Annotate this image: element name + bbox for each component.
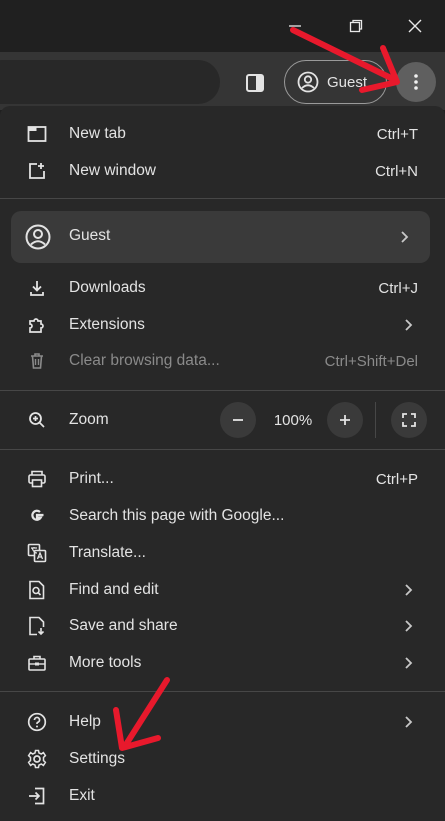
- menu-item-find-and-edit[interactable]: Find and edit: [0, 572, 445, 608]
- extensions-puzzle-icon: [26, 314, 48, 336]
- toolbox-icon: [26, 652, 48, 674]
- menu-item-save-and-share[interactable]: Save and share: [0, 608, 445, 644]
- menu-item-guest-profile[interactable]: Guest: [11, 211, 430, 263]
- save-share-icon: [26, 615, 48, 637]
- menu-item-label: Print...: [69, 470, 114, 487]
- close-button[interactable]: [395, 8, 435, 44]
- guest-avatar-icon: [297, 71, 319, 93]
- menu-item-shortcut: Ctrl+T: [376, 125, 418, 143]
- restore-icon: [349, 19, 363, 33]
- translate-icon: [26, 542, 48, 564]
- minimize-icon: [289, 25, 301, 27]
- chevron-right-icon: [401, 583, 415, 597]
- menu-item-exit[interactable]: Exit: [0, 778, 445, 814]
- menu-item-search-with-google[interactable]: Search this page with Google...: [0, 498, 445, 534]
- side-panel-icon: [246, 74, 264, 92]
- menu-divider: [0, 691, 445, 692]
- menu-item-label: Extensions: [69, 316, 145, 333]
- menu-item-label: Downloads: [69, 279, 146, 296]
- menu-item-label: More tools: [69, 654, 142, 671]
- browser-toolbar: Guest: [0, 52, 445, 110]
- download-icon: [26, 277, 48, 299]
- exit-icon: [26, 785, 48, 807]
- fullscreen-icon: [402, 413, 416, 427]
- menu-item-label: Find and edit: [69, 581, 159, 598]
- printer-icon: [26, 468, 48, 490]
- chevron-right-icon: [401, 656, 415, 670]
- zoom-level: 100%: [273, 412, 313, 429]
- menu-item-label: New tab: [69, 125, 126, 142]
- menu-item-label: Guest: [69, 227, 111, 244]
- menu-item-label: Zoom: [69, 411, 109, 428]
- plus-icon: [340, 415, 350, 425]
- side-panel-button[interactable]: [238, 66, 272, 100]
- menu-item-clear-browsing-data[interactable]: Clear browsing data... Ctrl+Shift+Del: [0, 343, 445, 379]
- menu-item-translate[interactable]: Translate...: [0, 535, 445, 571]
- guest-avatar-icon: [25, 224, 51, 250]
- menu-item-label: Search this page with Google...: [69, 507, 285, 524]
- gear-icon: [26, 748, 48, 770]
- chevron-right-icon: [401, 619, 415, 633]
- customize-menu-button[interactable]: [396, 62, 436, 102]
- menu-item-label: Translate...: [69, 544, 146, 561]
- google-g-icon: [26, 505, 48, 527]
- menu-item-settings[interactable]: Settings: [0, 741, 445, 777]
- minimize-button[interactable]: [275, 8, 315, 44]
- menu-item-more-tools[interactable]: More tools: [0, 645, 445, 681]
- chevron-right-icon: [401, 715, 415, 729]
- menu-divider: [0, 198, 445, 199]
- new-tab-icon: [26, 123, 48, 145]
- title-bar: [0, 0, 445, 52]
- zoom-magnifier-icon: [26, 409, 48, 431]
- chevron-right-icon: [401, 318, 415, 332]
- menu-item-shortcut: Ctrl+Shift+Del: [324, 352, 418, 370]
- menu-item-label: Settings: [69, 750, 126, 767]
- close-icon: [408, 19, 422, 33]
- menu-item-downloads[interactable]: Downloads Ctrl+J: [0, 270, 445, 306]
- menu-item-label: Save and share: [69, 617, 178, 634]
- find-page-icon: [26, 579, 48, 601]
- minus-icon: [233, 419, 243, 421]
- restore-button[interactable]: [336, 8, 376, 44]
- menu-item-shortcut: Ctrl+N: [375, 162, 418, 180]
- menu-item-shortcut: Ctrl+P: [375, 470, 418, 488]
- menu-item-print[interactable]: Print... Ctrl+P: [0, 461, 445, 497]
- menu-divider: [0, 449, 445, 450]
- profile-label: Guest: [327, 73, 368, 91]
- menu-item-extensions[interactable]: Extensions: [0, 307, 445, 343]
- more-vert-icon: [414, 74, 418, 90]
- menu-item-label: Help: [69, 713, 101, 730]
- help-circle-icon: [26, 711, 48, 733]
- menu-item-new-window[interactable]: New window Ctrl+N: [0, 153, 445, 189]
- chevron-right-icon: [397, 230, 411, 244]
- menu-item-label: New window: [69, 162, 157, 179]
- zoom-in-button[interactable]: [327, 402, 363, 438]
- zoom-out-button[interactable]: [220, 402, 256, 438]
- profile-button[interactable]: Guest: [284, 60, 387, 104]
- menu-item-new-tab[interactable]: New tab Ctrl+T: [0, 116, 445, 152]
- fullscreen-button[interactable]: [391, 402, 427, 438]
- menu-divider: [0, 390, 445, 391]
- menu-item-shortcut: Ctrl+J: [378, 279, 418, 297]
- new-window-icon: [26, 160, 48, 182]
- zoom-separator: [375, 402, 376, 438]
- chrome-menu: New tab Ctrl+T New window Ctrl+N Guest D…: [0, 106, 445, 821]
- menu-item-label: Exit: [69, 787, 95, 804]
- address-bar[interactable]: [0, 60, 220, 104]
- trash-icon: [26, 350, 48, 372]
- menu-item-help[interactable]: Help: [0, 704, 445, 740]
- menu-item-label: Clear browsing data...: [69, 352, 220, 369]
